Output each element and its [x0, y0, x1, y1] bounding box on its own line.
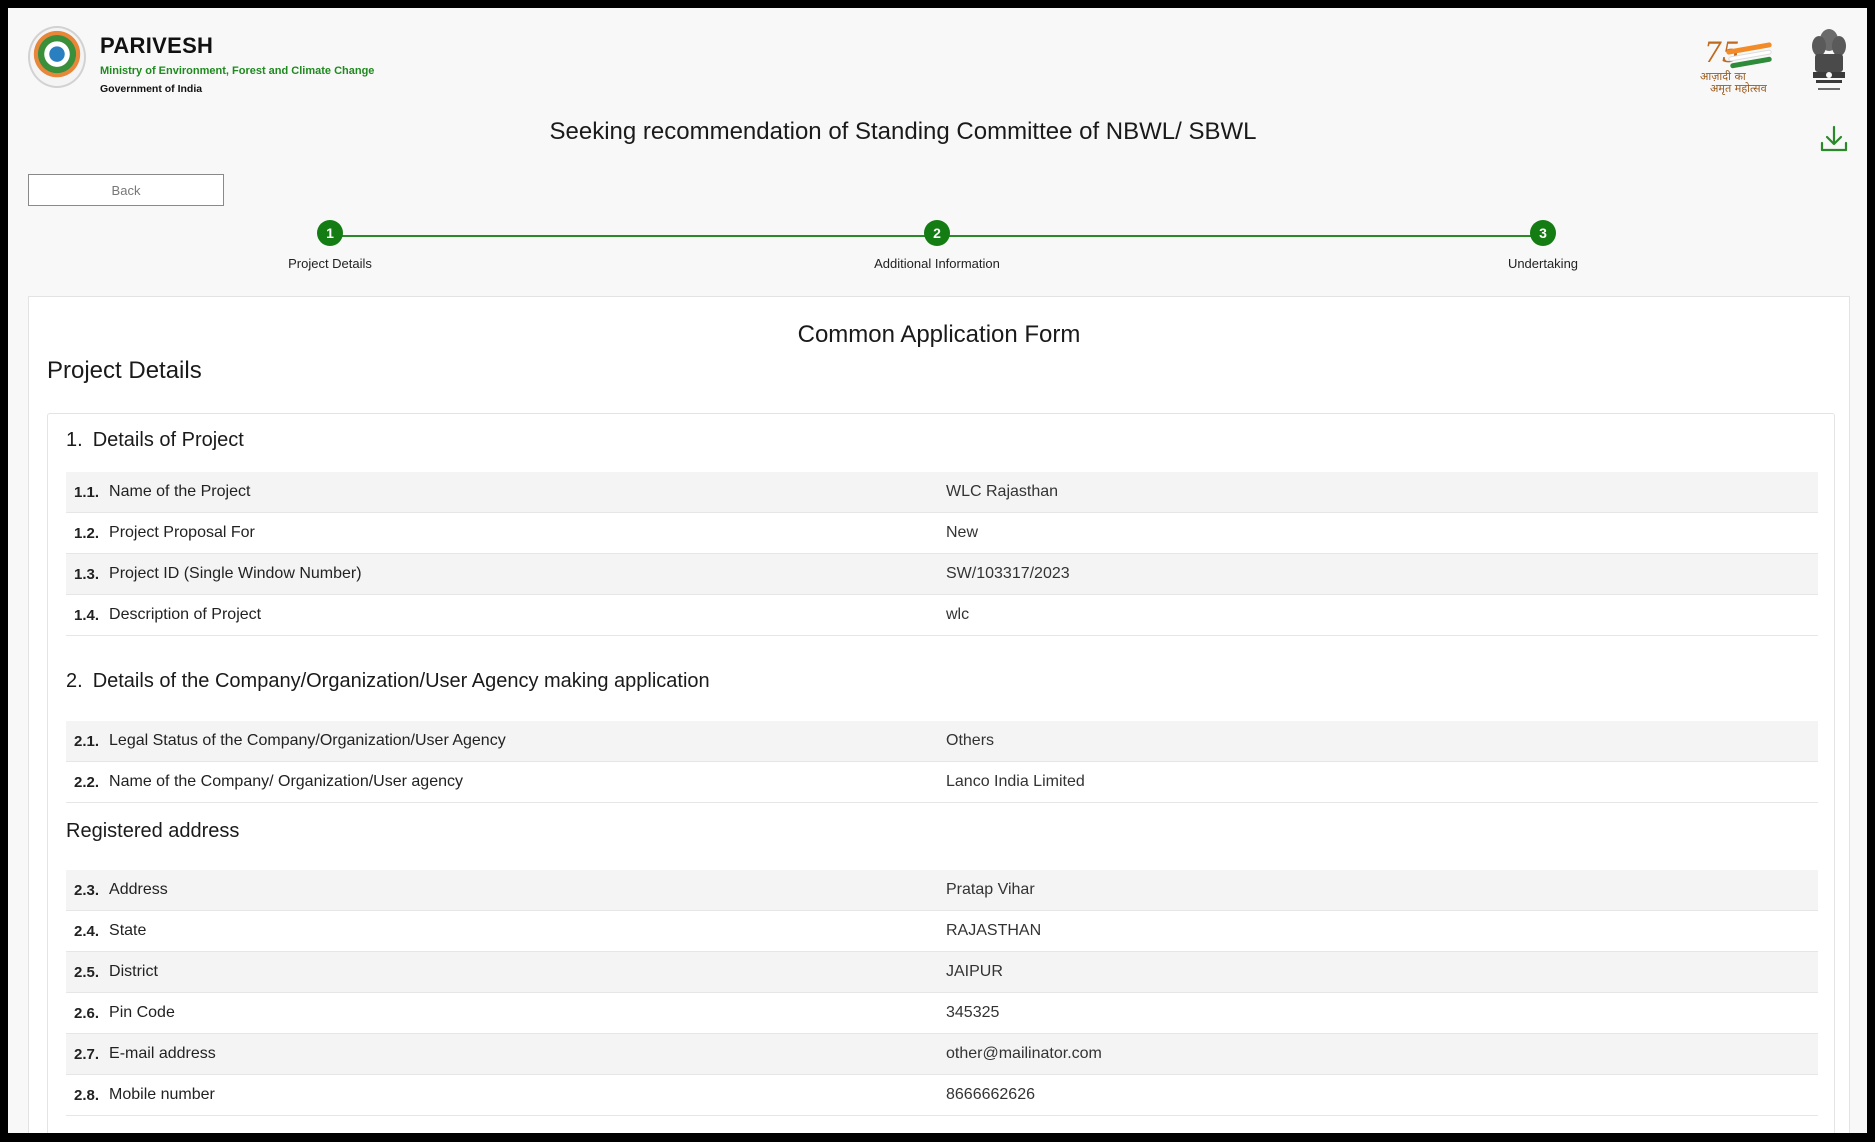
step-label: Additional Information [874, 256, 1000, 271]
registered-address-heading: Registered address [66, 820, 240, 842]
brand-title: PARIVESH [100, 33, 214, 58]
company-details-table: 2.1. Legal Status of the Company/Organiza… [66, 721, 1818, 803]
row-label: 2.6. Pin Code [66, 1004, 946, 1022]
row-value: RAJASTHAN [946, 922, 1042, 939]
row-value: Pratap Vihar [946, 881, 1035, 898]
section1-number: 1. [66, 429, 83, 451]
row-label-text: Name of the Project [109, 483, 251, 500]
table-row: 1.4. Description of Project wlc [66, 595, 1818, 636]
row-label: 1.4. Description of Project [66, 606, 946, 624]
back-button[interactable]: Back [28, 174, 224, 206]
row-index: 2.7. [74, 1045, 100, 1063]
table-row: 2.1. Legal Status of the Company/Organiza… [66, 721, 1818, 762]
table-row: 2.5. District JAIPUR [66, 952, 1818, 993]
app-window: PARIVESH Ministry of Environment, Forest… [8, 8, 1867, 1133]
row-label-text: Project ID (Single Window Number) [109, 565, 362, 582]
table-row: 1.2. Project Proposal For New [66, 513, 1818, 554]
row-label: 1.3. Project ID (Single Window Number) [66, 565, 946, 583]
brand-subtitle: Ministry of Environment, Forest and Clim… [100, 65, 375, 77]
row-label: 2.2. Name of the Company/ Organization/Us… [66, 773, 946, 791]
row-index: 1.3. [74, 565, 100, 583]
table-row: 1.1. Name of the Project WLC Rajasthan [66, 472, 1818, 513]
brand-government: Government of India [100, 83, 203, 95]
project-details-table: 1.1. Name of the Project WLC Rajasthan 1.… [66, 472, 1818, 636]
section1-heading: 1. Details of Project [66, 429, 244, 452]
row-value: Others [946, 732, 995, 749]
row-label-text: Legal Status of the Company/Organization… [109, 732, 506, 749]
row-value: SW/103317/2023 [946, 565, 1070, 582]
row-value: Lanco India Limited [946, 773, 1085, 790]
download-icon[interactable] [1818, 123, 1850, 155]
row-label-text: Pin Code [109, 1004, 175, 1021]
brand-block: PARIVESH Ministry of Environment, Forest… [28, 26, 374, 95]
row-label: 2.1. Legal Status of the Company/Organiza… [66, 732, 946, 750]
form-title: Common Application Form [797, 321, 1081, 348]
row-label-text: Address [109, 881, 168, 898]
row-index: 2.3. [74, 881, 100, 899]
section2-title: Details of the Company/Organization/User… [92, 670, 710, 692]
page-title: Seeking recommendation of Standing Commi… [549, 118, 1257, 145]
row-value: 8666662626 [946, 1086, 1035, 1103]
row-label-text: Mobile number [109, 1086, 215, 1103]
row-value: other@mailinator.com [946, 1045, 1102, 1062]
application-form-card: Common Application Form Project Details … [28, 296, 1850, 1133]
section1-title: Details of Project [92, 429, 244, 451]
table-row: 2.6. Pin Code 345325 [66, 993, 1818, 1034]
row-value: New [946, 524, 979, 541]
row-label: 1.1. Name of the Project [66, 483, 946, 501]
row-label: 2.5. District [66, 963, 946, 981]
step-number[interactable]: 1 [317, 220, 343, 246]
step-label: Undertaking [1507, 256, 1579, 271]
row-label-text: Name of the Company/ Organization/User a… [109, 773, 463, 790]
brand-text: PARIVESH Ministry of Environment, Forest… [100, 26, 374, 95]
row-value: 345325 [946, 1004, 1000, 1021]
row-label-text: Project Proposal For [109, 524, 255, 541]
row-index: 1.2. [74, 524, 100, 542]
row-index: 1.1. [74, 483, 100, 501]
row-index: 2.4. [74, 922, 100, 940]
row-label-text: District [109, 963, 158, 980]
table-row: 2.8. Mobile number 8666662626 [66, 1075, 1818, 1116]
row-index: 2.2. [74, 773, 100, 791]
row-value: JAIPUR [946, 963, 1003, 980]
row-label-text: E-mail address [109, 1045, 216, 1062]
step-additional-information[interactable]: 2 Additional Information [857, 220, 1017, 271]
step-label: Project Details [288, 256, 372, 271]
step-number[interactable]: 3 [1530, 220, 1556, 246]
azadi-line2: अमृत महोत्सव [1710, 82, 1767, 95]
step-project-details[interactable]: 1 Project Details [250, 220, 410, 271]
row-label: 2.8. Mobile number [66, 1086, 946, 1104]
azadi-ka-amrit-mahotsav-logo: 75 आज़ादी का अमृत महोत्सव [1698, 36, 1782, 95]
row-label: 2.4. State [66, 922, 946, 940]
table-row: 2.3. Address Pratap Vihar [66, 870, 1818, 911]
row-label: 1.2. Project Proposal For [66, 524, 946, 542]
form-section-panel: 1. Details of Project 1.1. Name of the Pro… [47, 413, 1835, 1133]
row-value: WLC Rajasthan [946, 483, 1059, 500]
table-row: 2.7. E-mail address other@mailinator.com [66, 1034, 1818, 1075]
section-title: Project Details [47, 357, 202, 384]
row-index: 1.4. [74, 606, 100, 624]
table-row: 2.2. Name of the Company/ Organization/Us… [66, 762, 1818, 803]
row-index: 2.5. [74, 963, 100, 981]
table-row: 1.3. Project ID (Single Window Number) SW… [66, 554, 1818, 595]
row-value: wlc [946, 606, 970, 623]
row-label: 2.3. Address [66, 881, 946, 899]
progress-stepper: 1 Project Details 2 Additional Informati… [8, 220, 1867, 280]
row-index: 2.8. [74, 1086, 100, 1104]
table-row: 2.4. State RAJASTHAN [66, 911, 1818, 952]
section2-heading: 2. Details of the Company/Organization/Us… [66, 670, 710, 693]
section2-number: 2. [66, 670, 83, 692]
row-label: 2.7. E-mail address [66, 1045, 946, 1063]
national-emblem-icon [1812, 29, 1846, 90]
row-label-text: State [109, 922, 147, 939]
parivesh-logo-icon[interactable] [28, 26, 86, 88]
step-number[interactable]: 2 [924, 220, 950, 246]
row-label-text: Description of Project [109, 606, 262, 623]
row-index: 2.6. [74, 1004, 100, 1022]
step-undertaking[interactable]: 3 Undertaking [1463, 220, 1623, 271]
registered-address-table: 2.3. Address Pratap Vihar 2.4. State RAJAS… [66, 870, 1818, 1116]
row-index: 2.1. [74, 732, 100, 750]
